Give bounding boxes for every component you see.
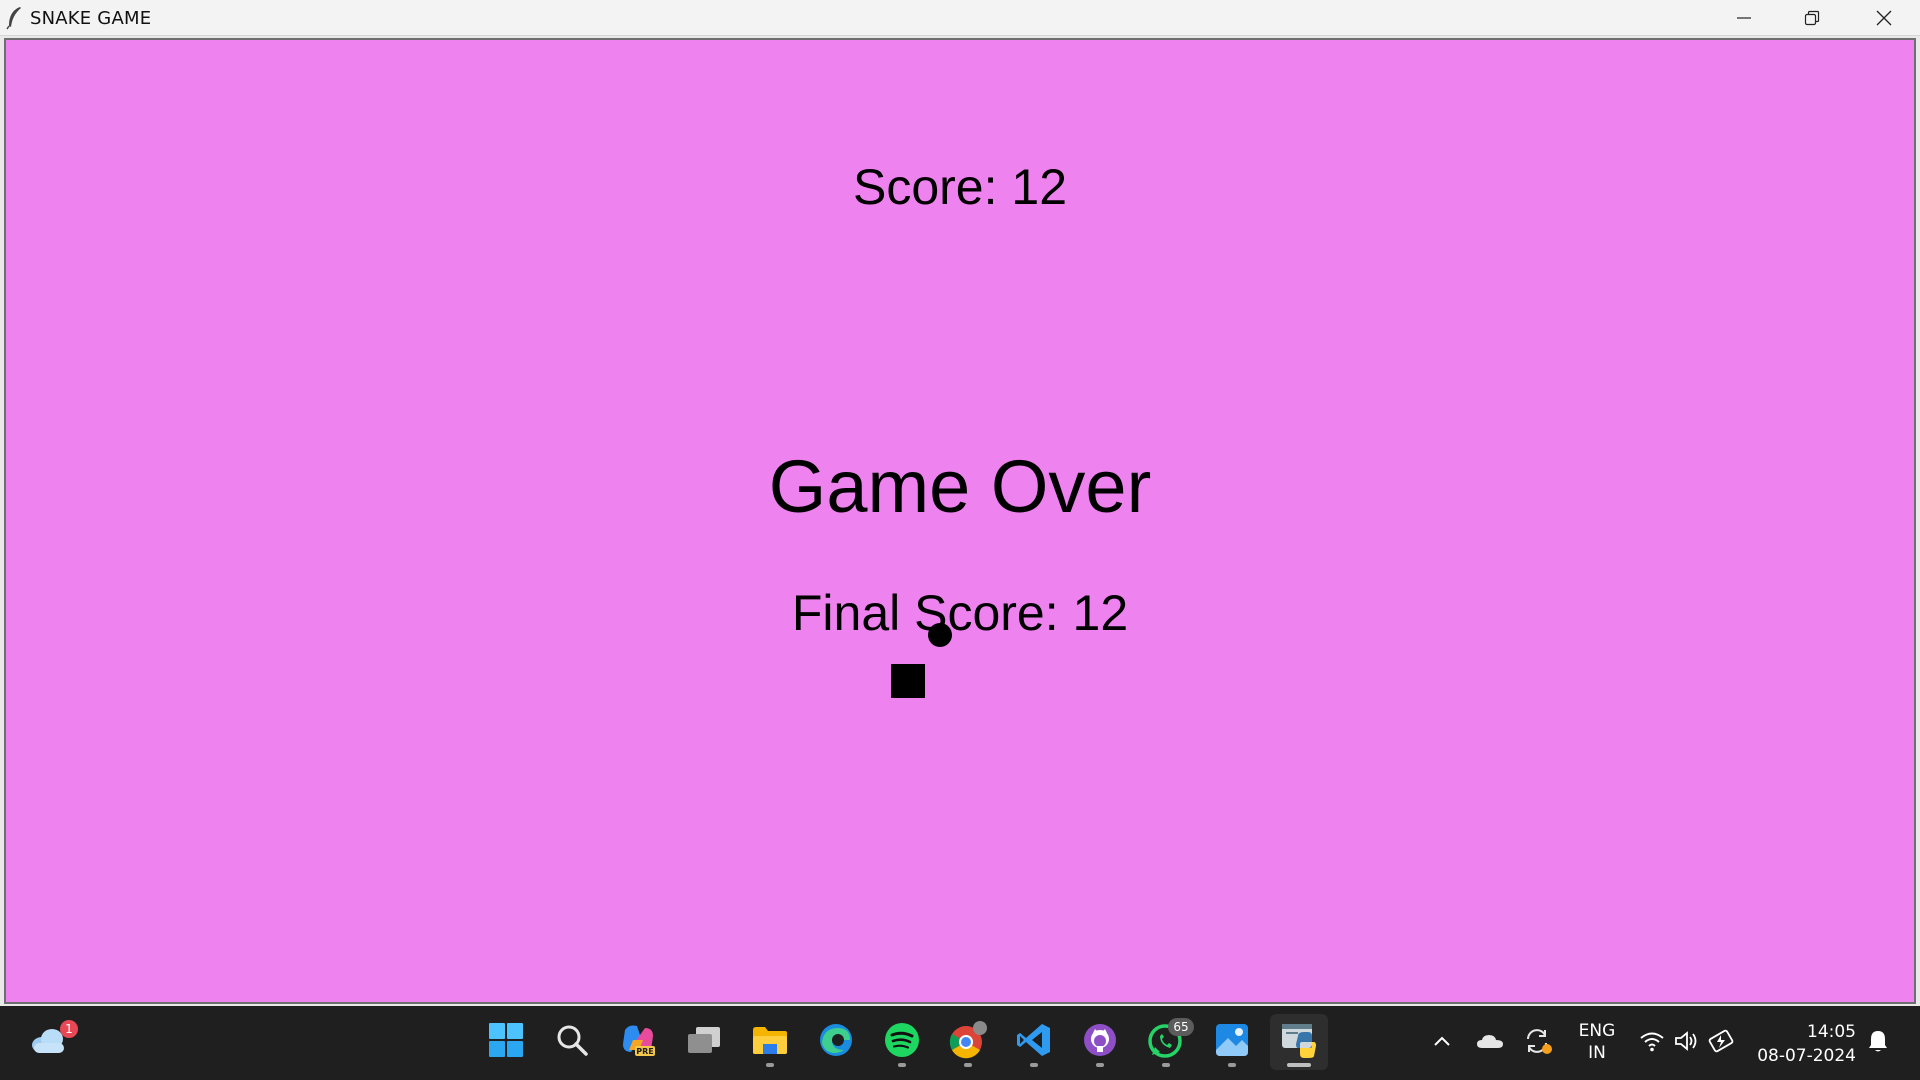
clock[interactable]: 14:05 08-07-2024 — [1752, 1020, 1856, 1068]
bell-icon — [1867, 1029, 1889, 1058]
running-indicator — [766, 1063, 774, 1067]
close-button[interactable] — [1850, 0, 1918, 36]
start-icon — [489, 1022, 523, 1062]
food-pellet — [928, 623, 952, 647]
photos-icon — [1214, 1022, 1250, 1063]
github-desktop-icon — [1082, 1022, 1118, 1063]
notifications-button[interactable] — [1863, 1026, 1893, 1060]
running-indicator — [964, 1063, 972, 1067]
start-button[interactable] — [478, 1014, 534, 1070]
region-code: IN — [1588, 1043, 1606, 1063]
show-hidden-icons-button[interactable] — [1427, 1026, 1457, 1060]
score-label: Score: 12 — [852, 159, 1067, 215]
photos-button[interactable] — [1204, 1014, 1260, 1070]
running-indicator — [1096, 1063, 1104, 1067]
window-title: SNAKE GAME — [30, 8, 152, 29]
active-indicator — [1287, 1063, 1311, 1067]
language-indicator[interactable]: ENG IN — [1572, 1020, 1622, 1064]
spotify-button[interactable] — [874, 1014, 930, 1070]
battery-charging-icon — [1708, 1029, 1736, 1058]
game-over-text: Game Over — [768, 445, 1152, 528]
file-explorer-button[interactable] — [742, 1014, 798, 1070]
edge-button[interactable] — [808, 1014, 864, 1070]
clock-time: 14:05 — [1807, 1022, 1856, 1042]
whatsapp-button[interactable]: 65 — [1138, 1014, 1194, 1070]
title-bar: SNAKE GAME — [0, 0, 1920, 36]
close-icon — [1876, 10, 1892, 26]
chrome-button[interactable] — [940, 1014, 996, 1070]
vscode-button[interactable] — [1006, 1014, 1062, 1070]
onedrive-cloud-icon — [1476, 1032, 1504, 1055]
chrome-icon — [948, 1020, 988, 1065]
search-button[interactable] — [544, 1014, 600, 1070]
whatsapp-badge: 65 — [1168, 1018, 1194, 1036]
battery-button[interactable] — [1707, 1026, 1737, 1060]
volume-button[interactable] — [1672, 1026, 1702, 1060]
search-icon — [555, 1023, 589, 1062]
wifi-button[interactable] — [1637, 1026, 1667, 1060]
onedrive-button[interactable] — [1475, 1026, 1505, 1060]
python-button[interactable] — [1270, 1014, 1328, 1070]
taskbar: 1 PRE 65 ENG IN 14:05 08-07-2024 — [0, 1006, 1920, 1080]
language-code: ENG — [1578, 1021, 1616, 1041]
final-score-text: Final Score: 12 — [791, 585, 1129, 641]
copilot-button[interactable]: PRE — [610, 1014, 666, 1070]
clock-date: 08-07-2024 — [1757, 1046, 1856, 1066]
running-indicator — [1162, 1063, 1170, 1067]
copilot-pre-label: PRE — [636, 1047, 654, 1056]
weather-badge: 1 — [60, 1020, 78, 1038]
edge-icon — [818, 1022, 854, 1063]
restore-icon — [1804, 10, 1820, 26]
feather-icon — [6, 6, 24, 30]
minimize-icon — [1737, 17, 1751, 19]
sync-status-button[interactable] — [1523, 1026, 1553, 1060]
game-canvas[interactable]: Score: 12 Game Over Final Score: 12 — [4, 38, 1916, 1004]
running-indicator — [898, 1063, 906, 1067]
task-view-icon — [686, 1025, 722, 1060]
weather-widget[interactable]: 1 — [20, 1014, 78, 1070]
running-indicator — [1228, 1063, 1236, 1067]
speaker-icon — [1674, 1030, 1700, 1057]
chevron-up-icon — [1433, 1034, 1451, 1052]
python-icon — [1280, 1022, 1318, 1063]
minimize-button[interactable] — [1710, 0, 1778, 36]
spotify-icon — [884, 1022, 920, 1063]
task-view-button[interactable] — [676, 1014, 732, 1070]
file-explorer-icon — [751, 1024, 789, 1061]
snake-segment — [891, 664, 925, 698]
running-indicator — [1030, 1063, 1038, 1067]
copilot-icon: PRE — [619, 1022, 657, 1063]
vscode-icon — [1016, 1022, 1052, 1063]
restore-button[interactable] — [1778, 0, 1846, 36]
wifi-icon — [1639, 1030, 1665, 1057]
github-desktop-button[interactable] — [1072, 1014, 1128, 1070]
sync-icon — [1523, 1027, 1553, 1060]
